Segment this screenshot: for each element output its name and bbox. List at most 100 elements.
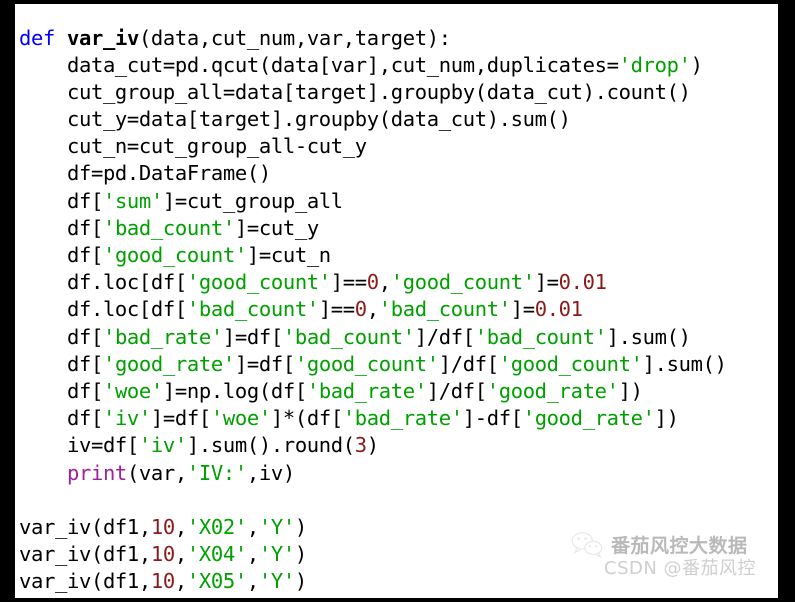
code-token-pl: ,	[246, 569, 259, 594]
code-token-pl: df[	[19, 215, 103, 240]
code-token-pl: ,	[174, 514, 187, 539]
code-line: var_iv(df1,10,'X04','Y')	[15, 541, 778, 568]
code-token-pl: ,	[175, 596, 187, 598]
code-token-str: 'bad_rate'	[342, 406, 463, 431]
code-token-pl: var_iv(df1,	[19, 569, 151, 594]
code-token-str: 'good_rate'	[102, 351, 235, 376]
code-token-pl: ].sum()	[642, 351, 727, 376]
code-token-fn: var_iv	[66, 25, 139, 50]
code-token-str: 'good_count'	[186, 270, 331, 295]
code-token-str: 'Y'	[258, 542, 295, 567]
code-token-str: 'Y'	[258, 514, 295, 539]
code-token-pl: ,	[174, 569, 187, 594]
code-token-str: 'X02'	[186, 514, 247, 539]
code-token-pl: )	[366, 433, 379, 458]
code-token-str: 'woe'	[210, 406, 271, 431]
code-line: print(var,'IV:',iv)	[15, 460, 778, 487]
code-token-pl: ]==	[318, 297, 355, 322]
code-token-str: 'sum'	[102, 188, 163, 213]
code-token-pl: (data,cut_num,var,target):	[138, 25, 451, 50]
code-token-str: 'bad_count'	[282, 324, 415, 349]
code-token-pl: ]=cut_group_all	[162, 188, 343, 213]
code-token-str: 'good_count'	[390, 270, 535, 295]
code-line: iv=df['iv'].sum().round(3)	[15, 432, 778, 459]
code-line: df['bad_count']=cut_y	[15, 215, 778, 242]
code-token-pl: var_iv(df1,	[19, 542, 151, 567]
code-token-pl: ]=df[	[222, 324, 283, 349]
code-token-pl: ]=	[534, 270, 559, 295]
code-line: var_iv(df1,10,'X05','Y')	[15, 568, 778, 595]
code-token-str: 'bad_count'	[186, 297, 319, 322]
code-token-pl: df[	[19, 406, 103, 431]
code-token-str: 'bad_count'	[378, 297, 511, 322]
code-line: cut_n=cut_group_all-cut_y	[15, 133, 778, 160]
code-token-pl: ]=df[	[234, 351, 295, 376]
code-token-pl: df[	[19, 378, 103, 403]
code-token-pl: ,	[174, 542, 187, 567]
code-line: cut_group_all=data[target].groupby(data_…	[15, 79, 778, 106]
code-token-pl: ]==	[330, 270, 367, 295]
code-token-pl: var_iv(df1,	[19, 596, 151, 598]
code-token-pl: ])	[618, 378, 643, 403]
code-token-pl: var_iv(df1,	[19, 514, 151, 539]
code-token-pl: ]/df[	[426, 378, 487, 403]
code-token-num: 3	[354, 433, 367, 458]
code-token-pl: cut_y=data[target].groupby(data_cut).sum…	[19, 107, 571, 132]
code-token-str: 'iv'	[102, 406, 151, 431]
code-token-pl: ]-df[	[462, 406, 523, 431]
code-token-str: 'Y'	[259, 596, 295, 598]
code-token-str: 'bad_rate'	[306, 378, 427, 403]
code-token-pl: )	[295, 596, 307, 598]
code-token-str: 'good_count'	[294, 351, 439, 376]
code-line: var_iv(df1,10,'X06','Y')	[15, 595, 778, 598]
code-token-num: 10	[150, 542, 175, 567]
code-token-pl: df[	[19, 324, 103, 349]
code-token-pl: (var,	[126, 460, 187, 485]
code-token-str: 'woe'	[102, 378, 163, 403]
code-token-pl: ,	[246, 514, 259, 539]
code-token-pl: ,	[378, 270, 391, 295]
code-token-pl: ]/df[	[414, 324, 475, 349]
code-token-num: 10	[150, 569, 175, 594]
code-token-pl: df[	[19, 351, 103, 376]
code-token-pl: df=pd.DataFrame()	[19, 161, 271, 186]
code-token-pl: ])	[654, 406, 679, 431]
code-token-pl: ].sum().round(	[186, 433, 355, 458]
code-line: df['iv']=df['woe']*(df['bad_rate']-df['g…	[15, 405, 778, 432]
code-token-str: 'bad_count'	[474, 324, 607, 349]
code-line: df['woe']=np.log(df['bad_rate']/df['good…	[15, 378, 778, 405]
code-token-pl: cut_n=cut_group_all-cut_y	[19, 134, 367, 159]
code-line: df.loc[df['good_count']==0,'good_count']…	[15, 269, 778, 296]
code-token-pl: ,	[247, 596, 259, 598]
code-token-num: 10	[151, 596, 175, 598]
code-line: df['sum']=cut_group_all	[15, 188, 778, 215]
code-token-str: 'good_rate'	[522, 406, 655, 431]
code-token-pl: )	[690, 52, 703, 77]
code-token-pl: df[	[19, 188, 103, 213]
code-token-pl: ]=cut_n	[246, 243, 331, 267]
code-token-num: 0.01	[534, 297, 583, 322]
code-token-num: 0	[354, 297, 367, 322]
code-line: var_iv(df1,10,'X02','Y')	[15, 514, 778, 541]
code-line: df['good_count']=cut_n	[15, 242, 778, 269]
code-line: data_cut=pd.qcut(data[var],cut_num,dupli…	[15, 52, 778, 79]
code-token-str: 'Y'	[258, 569, 295, 594]
code-token-num: 0.01	[558, 270, 607, 295]
code-line: df=pd.DataFrame()	[15, 160, 778, 187]
code-token-pl: )	[294, 542, 307, 567]
code-token-str: 'bad_rate'	[102, 324, 223, 349]
code-token-kw: def	[19, 25, 55, 50]
code-token-str: 'iv'	[138, 433, 187, 458]
code-token-pl: )	[294, 569, 307, 594]
code-token-pl: data_cut=pd.qcut(data[var],cut_num,dupli…	[19, 52, 619, 77]
code-token-str: 'X05'	[186, 569, 247, 594]
code-token-pl: df.loc[df[	[19, 297, 187, 322]
code-token-pl: ]*(df[	[270, 406, 343, 431]
code-token-str: 'good_count'	[102, 243, 247, 267]
code-token-pl: cut_group_all=data[target].groupby(data_…	[19, 79, 691, 104]
python-code-block[interactable]: def var_iv(data,cut_num,var,target): dat…	[15, 25, 778, 599]
code-token-pl: ]/df[	[438, 351, 499, 376]
code-token-pl: ]=cut_y	[234, 215, 319, 240]
